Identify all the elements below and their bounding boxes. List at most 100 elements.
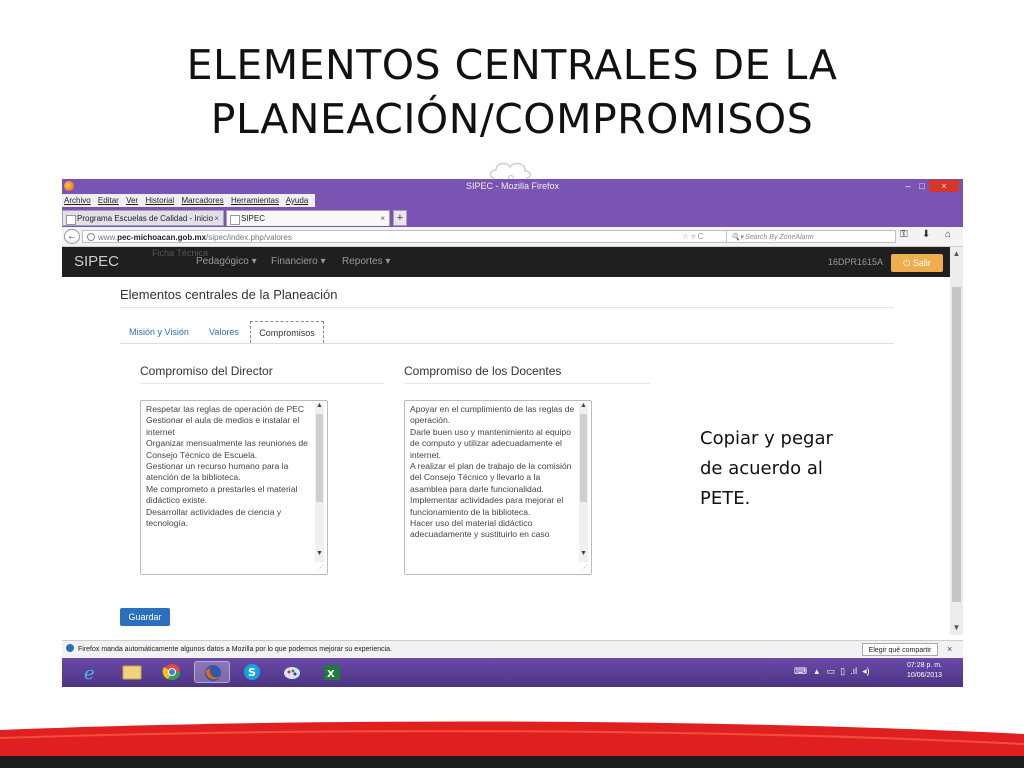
divider	[120, 343, 894, 344]
svg-text:S: S	[248, 666, 256, 679]
app-brand[interactable]: SIPEC	[74, 247, 119, 277]
search-icon: 🔍▾	[731, 234, 746, 241]
page-scrollbar[interactable]: ▲ ▼	[950, 247, 963, 635]
search-input[interactable]: 🔍▾ Search By ZoneAlarm	[726, 230, 896, 243]
tab-close-icon[interactable]: ×	[380, 211, 385, 226]
url-domain: pec-michoacan.gob.mx	[117, 233, 207, 242]
textarea-scrollbar[interactable]: ▲ ▼	[579, 402, 588, 562]
nav-financiero[interactable]: Financiero ▾	[271, 247, 326, 277]
file-explorer-icon[interactable]	[114, 661, 150, 683]
globe-icon	[87, 233, 95, 241]
new-tab-button[interactable]: +	[393, 210, 407, 226]
bookmark-star-icon[interactable]: ☆ ▿ C	[682, 230, 703, 243]
clock-time: 07:28 p. m.	[907, 662, 943, 669]
resize-grip-icon[interactable]: ⋰	[581, 564, 588, 572]
page-icon	[66, 215, 76, 225]
page-heading: Elementos centrales de la Planeación	[120, 287, 338, 302]
tab-compromisos[interactable]: Compromisos	[250, 321, 324, 343]
battery-icon[interactable]: ▯	[840, 666, 845, 676]
logout-button[interactable]: ⏻ Salir	[891, 254, 943, 272]
dark-footer-band	[0, 756, 1024, 768]
side-note: Copiar y pegar de acuerdo al PETE.	[700, 428, 833, 509]
clock-date: 10/06/2013	[907, 672, 943, 679]
page-icon	[230, 215, 240, 225]
url-input[interactable]: www.pec-michoacan.gob.mx/sipec/index.php…	[82, 230, 730, 243]
home-icon[interactable]: ⌂	[945, 229, 951, 240]
tab-close-icon[interactable]: ×	[214, 211, 219, 225]
info-icon	[66, 644, 74, 652]
director-textarea[interactable]: Respetar las reglas de operación de PEC …	[140, 400, 328, 575]
scroll-up-icon[interactable]: ▲	[950, 249, 963, 258]
window-titlebar: SIPEC - Mozilla Firefox – □ ×	[62, 179, 963, 194]
slide-title-line-1: ELEMENTOS CENTRALES DE LA	[186, 41, 838, 89]
menu-bar: Archivo Editar Ver Historial Marcadores …	[62, 194, 963, 207]
maximize-button[interactable]: □	[915, 179, 929, 194]
tab-sipec[interactable]: SIPEC ×	[226, 210, 390, 226]
close-window-button[interactable]: ×	[929, 180, 959, 192]
network-icon[interactable]: ▭	[827, 666, 836, 676]
tab-bar: Programa Escuelas de Calidad - Inicio × …	[62, 207, 963, 227]
scroll-thumb[interactable]	[316, 414, 323, 502]
svg-text:e: e	[84, 663, 95, 683]
excel-icon[interactable]: X	[314, 661, 350, 683]
firefox-icon[interactable]	[194, 661, 230, 683]
menu-marcadores[interactable]: Marcadores	[181, 196, 223, 205]
search-placeholder: Search By ZoneAlarm	[745, 234, 814, 241]
download-arrow-icon[interactable]: ⬇	[922, 229, 930, 240]
skype-icon[interactable]: S	[234, 661, 270, 683]
url-path: /sipec/index.php/valores	[206, 233, 292, 242]
textarea-scrollbar[interactable]: ▲ ▼	[315, 402, 324, 562]
scroll-thumb[interactable]	[580, 414, 587, 502]
menu-ver[interactable]: Ver	[126, 196, 138, 205]
key-icon[interactable]: ⚿	[900, 229, 908, 240]
system-tray: ⌨ ▴ ▭ ▯ .ıl ◂)	[794, 666, 870, 677]
docentes-heading: Compromiso de los Docentes	[404, 364, 562, 378]
resize-grip-icon[interactable]: ⋰	[317, 564, 324, 572]
internet-explorer-icon[interactable]: e	[74, 661, 110, 684]
notification-close-icon[interactable]: ×	[947, 641, 952, 658]
nav-reportes[interactable]: Reportes ▾	[342, 247, 390, 277]
power-icon: ⏻	[903, 258, 913, 268]
logout-label: Salir	[912, 258, 931, 268]
docentes-text: Apoyar en el cumplimiento de las reglas …	[410, 404, 575, 540]
app-navbar: SIPEC Ficha Técnica Pedagógico ▾ Financi…	[62, 247, 950, 277]
scroll-down-icon[interactable]: ▼	[950, 623, 963, 632]
menu-archivo[interactable]: Archivo	[64, 196, 91, 205]
slide-title: ELEMENTOS CENTRALES DE LA PLANEACIÓN/COM…	[0, 38, 1024, 146]
slide-title-line-2: PLANEACIÓN/COMPROMISOS	[210, 95, 814, 143]
menu-editar[interactable]: Editar	[98, 196, 119, 205]
docentes-textarea[interactable]: Apoyar en el cumplimiento de las reglas …	[404, 400, 592, 575]
signal-icon[interactable]: .ıl	[850, 666, 857, 676]
keyboard-icon[interactable]: ⌨	[794, 666, 807, 676]
divider	[140, 383, 384, 384]
director-heading: Compromiso del Director	[140, 364, 273, 378]
chrome-icon[interactable]	[154, 661, 190, 683]
navigation-bar: ← www.pec-michoacan.gob.mx/sipec/index.p…	[62, 227, 963, 247]
scroll-down-icon[interactable]: ▼	[579, 550, 588, 557]
paint-icon[interactable]	[274, 661, 310, 683]
director-text: Respetar las reglas de operación de PEC …	[146, 404, 308, 529]
tab-mision-vision[interactable]: Misión y Visión	[129, 327, 189, 337]
tab-valores[interactable]: Valores	[209, 327, 239, 337]
scroll-down-icon[interactable]: ▼	[315, 550, 324, 557]
scroll-up-icon[interactable]: ▲	[315, 402, 324, 409]
save-button[interactable]: Guardar	[120, 608, 170, 626]
scroll-up-icon[interactable]: ▲	[579, 402, 588, 409]
tab-programa-escuelas[interactable]: Programa Escuelas de Calidad - Inicio ×	[62, 210, 224, 226]
red-swoosh-decoration	[0, 721, 1024, 756]
minimize-button[interactable]: –	[901, 179, 915, 194]
notification-bar: Firefox manda automáticamente algunos da…	[62, 640, 963, 658]
tray-arrow-icon[interactable]: ▴	[815, 666, 820, 676]
taskbar-clock[interactable]: 07:28 p. m. 10/06/2013	[907, 661, 942, 681]
back-arrow-icon[interactable]: ←	[64, 229, 80, 244]
school-code: 16DPR1615A	[828, 257, 884, 267]
choose-share-button[interactable]: Elegir qué compartir	[862, 643, 938, 656]
menu-historial[interactable]: Historial	[145, 196, 174, 205]
notification-text: Firefox manda automáticamente algunos da…	[78, 646, 393, 653]
volume-icon[interactable]: ◂)	[862, 666, 870, 676]
nav-pedagogico[interactable]: Pedagógico ▾	[196, 247, 257, 277]
menu-ayuda[interactable]: Ayuda	[286, 196, 309, 205]
scroll-thumb[interactable]	[952, 287, 961, 602]
menu-herramientas[interactable]: Herramientas	[231, 196, 279, 205]
divider	[404, 383, 650, 384]
